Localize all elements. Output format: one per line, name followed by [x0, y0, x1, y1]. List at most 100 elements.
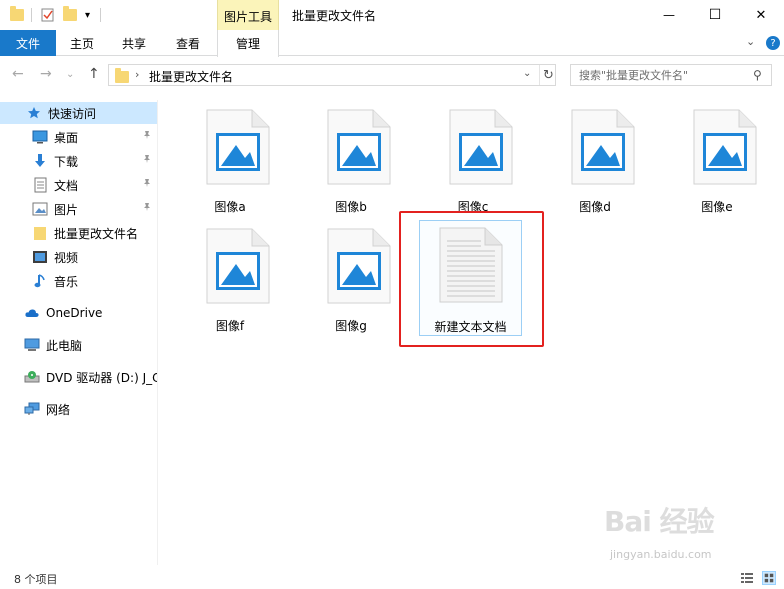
watermark-url: jingyan.baidu.com: [610, 548, 712, 561]
tab-home[interactable]: 主页: [70, 35, 94, 52]
close-button[interactable]: ✕: [738, 0, 784, 30]
title-bar: ▾ 图片工具 批量更改文件名 — ☐ ✕: [0, 0, 784, 30]
maximize-button[interactable]: ☐: [692, 0, 738, 30]
dvd-drive-icon: [24, 369, 40, 385]
back-button[interactable]: ←: [12, 66, 24, 82]
sidebar-item-label: DVD 驱动器 (D:) J_C: [46, 370, 158, 385]
sidebar-item-label: 下载: [54, 154, 79, 169]
file-name: 图像b: [335, 200, 367, 214]
desktop-icon: [32, 129, 48, 145]
file-item[interactable]: 图像f: [182, 222, 278, 333]
sidebar-item-music[interactable]: 音乐: [0, 270, 157, 292]
pin-icon[interactable]: [142, 202, 152, 215]
sidebar-item-desktop[interactable]: 桌面: [0, 126, 157, 148]
file-item[interactable]: 图像a: [182, 103, 278, 214]
sidebar-item-pictures[interactable]: 图片: [0, 198, 157, 220]
sidebar-item-dvd-drive[interactable]: DVD 驱动器 (D:) J_C: [0, 366, 158, 388]
image-file-icon: [693, 109, 757, 185]
navigation-bar: ← → ⌄ ↑ › 批量更改文件名 ⌄ ↻ ⚲: [0, 56, 784, 96]
annotation-highlight: [399, 211, 544, 347]
sidebar-item-label: 图片: [54, 202, 79, 217]
large-icons-view-icon[interactable]: [762, 571, 776, 585]
file-item[interactable]: 图像g: [303, 222, 399, 333]
image-file-icon: [327, 109, 391, 185]
search-icon[interactable]: ⚲: [753, 68, 762, 82]
image-file-icon: [449, 109, 513, 185]
watermark-logo: Bai 经验: [604, 505, 715, 538]
up-button[interactable]: ↑: [88, 66, 100, 82]
sidebar-item-videos[interactable]: 视频: [0, 246, 157, 268]
picture-tools-label: 图片工具: [223, 10, 272, 24]
document-icon: [32, 177, 48, 193]
cloud-icon: [24, 305, 40, 321]
file-item[interactable]: 图像c: [425, 103, 521, 214]
sidebar-item-label: 此电脑: [46, 338, 83, 353]
minimize-button[interactable]: —: [646, 0, 692, 30]
sidebar-item-downloads[interactable]: 下载: [0, 150, 157, 172]
ribbon-tabs: 文件 主页 共享 查看 管理 ⌄ ?: [0, 30, 784, 57]
sidebar-item-label: 视频: [54, 250, 79, 265]
image-file-icon: [206, 228, 270, 304]
star-icon: [26, 105, 42, 121]
properties-icon[interactable]: [40, 6, 56, 24]
folder-icon: [32, 225, 48, 241]
breadcrumb[interactable]: 批量更改文件名: [149, 68, 233, 85]
address-bar[interactable]: › 批量更改文件名 ⌄ ↻: [108, 64, 556, 86]
file-name: 图像g: [335, 319, 367, 333]
pin-icon[interactable]: [142, 178, 152, 191]
tab-share[interactable]: 共享: [122, 35, 146, 52]
image-file-icon: [206, 109, 270, 185]
sidebar-item-quick-access[interactable]: 快速访问: [0, 102, 157, 124]
sidebar-item-onedrive[interactable]: OneDrive: [0, 302, 157, 324]
tab-file[interactable]: 文件: [0, 30, 56, 56]
file-name: 图像f: [215, 319, 245, 333]
file-item[interactable]: 图像d: [547, 103, 643, 214]
sidebar-item-this-pc[interactable]: 此电脑: [0, 334, 157, 356]
folder-icon: [10, 6, 24, 24]
image-file-icon: [327, 228, 391, 304]
breadcrumb-separator-icon[interactable]: ›: [135, 68, 139, 81]
new-folder-icon[interactable]: [63, 6, 77, 24]
file-item[interactable]: 图像e: [669, 103, 765, 214]
recent-locations-button[interactable]: ⌄: [66, 69, 74, 80]
forward-button[interactable]: →: [40, 66, 52, 82]
sidebar-item-batch-rename[interactable]: 批量更改文件名: [0, 222, 157, 244]
navigation-pane: 快速访问 桌面 下载 文档 图片 批量更改文件名 视频 音乐 OneDrive …: [0, 100, 158, 565]
details-view-icon[interactable]: [740, 571, 754, 585]
sidebar-item-label: 批量更改文件名: [54, 226, 139, 241]
qa-separator: [31, 8, 32, 22]
sidebar-item-label: 快速访问: [48, 106, 97, 121]
file-item[interactable]: 图像b: [303, 103, 399, 214]
pin-icon[interactable]: [142, 130, 152, 143]
sidebar-item-network[interactable]: 网络: [0, 398, 157, 420]
video-icon: [32, 249, 48, 265]
file-name: 图像e: [701, 200, 733, 214]
file-name: 图像d: [579, 200, 611, 214]
folder-icon: [115, 68, 129, 83]
address-dropdown-icon[interactable]: ⌄: [523, 68, 531, 79]
sidebar-item-label: 文档: [54, 178, 79, 193]
sidebar-item-label: 桌面: [54, 130, 79, 145]
pin-icon[interactable]: [142, 154, 152, 167]
download-icon: [32, 153, 48, 169]
sidebar-item-label: 网络: [46, 402, 71, 417]
sidebar-item-documents[interactable]: 文档: [0, 174, 157, 196]
sidebar-item-label: OneDrive: [46, 306, 103, 320]
refresh-button[interactable]: ↻: [539, 65, 557, 85]
window-title: 批量更改文件名: [292, 9, 377, 23]
network-icon: [24, 401, 40, 417]
image-file-icon: [571, 109, 635, 185]
status-bar: 8 个项目: [0, 565, 784, 589]
sidebar-item-label: 音乐: [54, 274, 79, 289]
picture-tools-group: 图片工具: [217, 0, 279, 30]
tab-manage[interactable]: 管理: [217, 30, 279, 57]
help-button[interactable]: ?: [766, 36, 780, 50]
computer-icon: [24, 337, 40, 353]
ribbon-collapse-button[interactable]: ⌄: [746, 35, 755, 48]
pictures-icon: [32, 201, 48, 217]
music-icon: [32, 273, 48, 289]
search-box: ⚲: [570, 64, 772, 86]
search-input[interactable]: [571, 65, 747, 85]
tab-view[interactable]: 查看: [176, 35, 200, 52]
customize-toolbar-icon[interactable]: ▾: [85, 6, 90, 24]
